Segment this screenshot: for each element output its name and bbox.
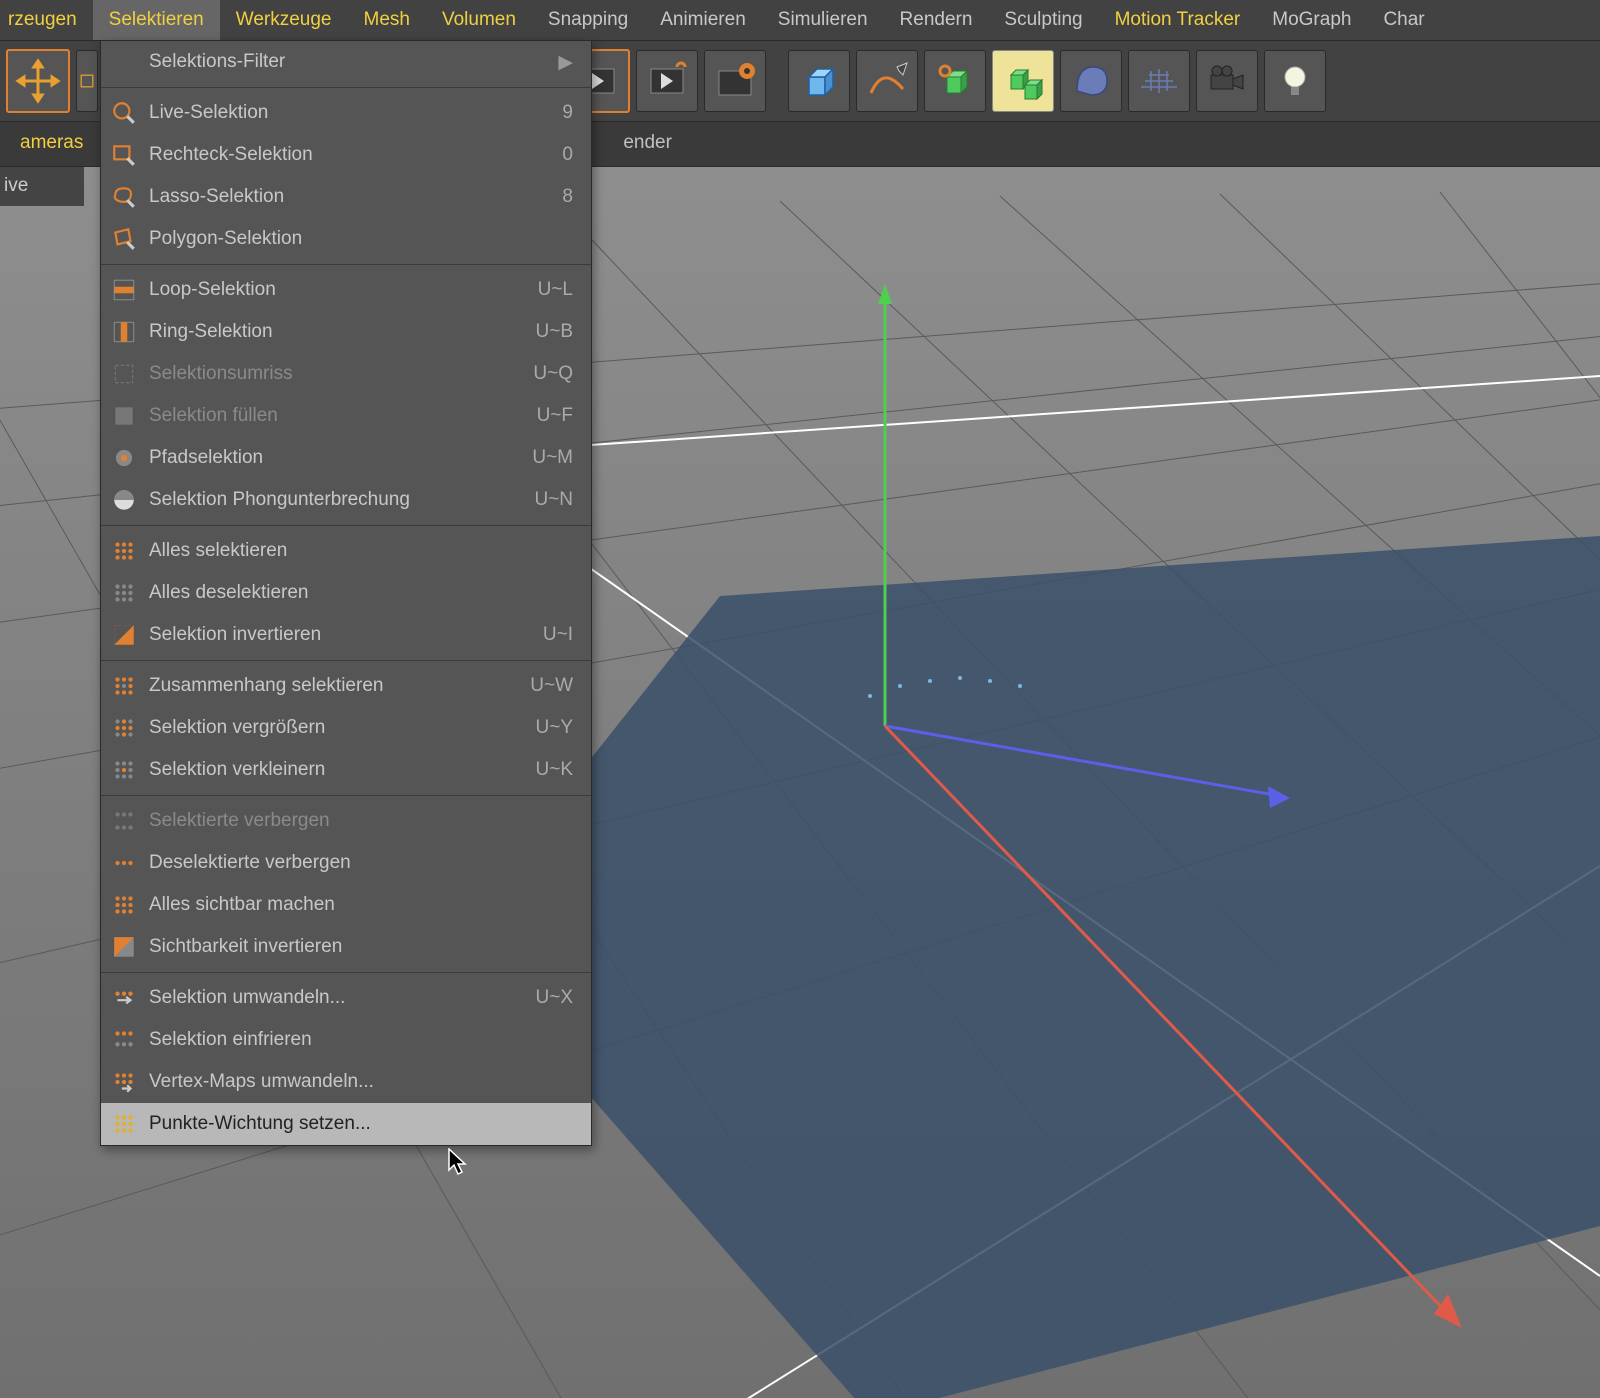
modeling-generator-button[interactable] xyxy=(992,50,1054,112)
generator-button[interactable] xyxy=(924,50,986,112)
selektieren-dropdown: Selektions-Filter ▶ Live-Selektion 9 Rec… xyxy=(100,40,592,1146)
scale-tool-button[interactable] xyxy=(76,50,98,112)
menuitem-punkte-wichtung[interactable]: Punkte-Wichtung setzen... xyxy=(101,1103,591,1145)
menu-selektieren[interactable]: Selektieren xyxy=(93,0,220,40)
invert-selection-icon xyxy=(109,620,139,650)
menuitem-live-selektion[interactable]: Live-Selektion 9 xyxy=(101,92,591,134)
menuitem-rechteck-selektion[interactable]: Rechteck-Selektion 0 xyxy=(101,134,591,176)
menu-snapping[interactable]: Snapping xyxy=(532,0,644,40)
menu-volumen[interactable]: Volumen xyxy=(426,0,532,40)
invert-visibility-icon xyxy=(109,932,139,962)
menu-character[interactable]: Char xyxy=(1367,0,1440,40)
hide-deselected-icon xyxy=(109,848,139,878)
menu-sculpting[interactable]: Sculpting xyxy=(988,0,1098,40)
menuitem-lasso-selektion[interactable]: Lasso-Selektion 8 xyxy=(101,176,591,218)
deformer-button[interactable] xyxy=(1060,50,1122,112)
spline-pen-button[interactable] xyxy=(856,50,918,112)
camera-button[interactable] xyxy=(1196,50,1258,112)
menu-simulieren[interactable]: Simulieren xyxy=(762,0,884,40)
menuitem-selektierte-verbergen[interactable]: Selektierte verbergen xyxy=(101,800,591,842)
light-button[interactable] xyxy=(1264,50,1326,112)
menu-werkzeuge[interactable]: Werkzeuge xyxy=(220,0,348,40)
render-settings-button[interactable] xyxy=(704,50,766,112)
menuitem-alles-sichtbar[interactable]: Alles sichtbar machen xyxy=(101,884,591,926)
tab-cameras[interactable]: ameras xyxy=(0,120,103,166)
menuitem-alles-selektieren[interactable]: Alles selektieren xyxy=(101,530,591,572)
grow-selection-icon xyxy=(109,713,139,743)
primitive-cube-button[interactable] xyxy=(788,50,850,112)
menuitem-phong-break[interactable]: Selektion Phongunterbrechung U~N xyxy=(101,479,591,521)
menubar: rzeugen Selektieren Werkzeuge Mesh Volum… xyxy=(0,0,1600,40)
render-pv-button[interactable] xyxy=(636,50,698,112)
menuitem-selektion-invertieren[interactable]: Selektion invertieren U~I xyxy=(101,614,591,656)
loop-selection-icon xyxy=(109,275,139,305)
menu-motion-tracker[interactable]: Motion Tracker xyxy=(1099,0,1257,40)
unhide-all-icon xyxy=(109,890,139,920)
menuitem-selektion-umwandeln[interactable]: Selektion umwandeln... U~X xyxy=(101,977,591,1019)
polygon-selection-icon xyxy=(109,224,139,254)
menu-animieren[interactable]: Animieren xyxy=(644,0,762,40)
connected-icon xyxy=(109,671,139,701)
menu-mesh[interactable]: Mesh xyxy=(348,0,426,40)
menuitem-vertexmaps-umwandeln[interactable]: Vertex-Maps umwandeln... xyxy=(101,1061,591,1103)
plane-points xyxy=(450,536,1600,1398)
sidestrip-label: ive xyxy=(4,175,28,197)
outline-selection-icon xyxy=(109,359,139,389)
menuitem-alles-deselektieren[interactable]: Alles deselektieren xyxy=(101,572,591,614)
menuitem-sichtbarkeit-invertieren[interactable]: Sichtbarkeit invertieren xyxy=(101,926,591,968)
menu-mograph[interactable]: MoGraph xyxy=(1256,0,1367,40)
phong-break-icon xyxy=(109,485,139,515)
live-selection-icon xyxy=(109,98,139,128)
menuitem-polygon-selektion[interactable]: Polygon-Selektion xyxy=(101,218,591,260)
menuitem-selektionsumriss[interactable]: Selektionsumriss U~Q xyxy=(101,353,591,395)
menuitem-verkleinern[interactable]: Selektion verkleinern U~K xyxy=(101,749,591,791)
hide-selected-icon xyxy=(109,806,139,836)
menuitem-selektion-fuellen[interactable]: Selektion füllen U~F xyxy=(101,395,591,437)
select-all-icon xyxy=(109,536,139,566)
submenu-arrow-icon: ▶ xyxy=(558,51,573,74)
menu-rendern[interactable]: Rendern xyxy=(884,0,989,40)
menuitem-selektions-filter[interactable]: Selektions-Filter ▶ xyxy=(101,41,591,83)
path-selection-icon xyxy=(109,443,139,473)
menuitem-pfadselektion[interactable]: Pfadselektion U~M xyxy=(101,437,591,479)
environment-button[interactable] xyxy=(1128,50,1190,112)
rectangle-selection-icon xyxy=(109,140,139,170)
menuitem-zusammenhang[interactable]: Zusammenhang selektieren U~W xyxy=(101,665,591,707)
lasso-selection-icon xyxy=(109,182,139,212)
blank-icon xyxy=(109,47,139,77)
point-weight-icon xyxy=(109,1109,139,1139)
convert-selection-icon xyxy=(109,983,139,1013)
tab-render[interactable]: ender xyxy=(603,120,692,166)
menuitem-ring-selektion[interactable]: Ring-Selektion U~B xyxy=(101,311,591,353)
vertexmap-convert-icon xyxy=(109,1067,139,1097)
side-strip: ive xyxy=(0,166,84,206)
fill-selection-icon xyxy=(109,401,139,431)
menu-erzeugen[interactable]: rzeugen xyxy=(4,0,93,40)
menuitem-deselektierte-verbergen[interactable]: Deselektierte verbergen xyxy=(101,842,591,884)
menuitem-loop-selektion[interactable]: Loop-Selektion U~L xyxy=(101,269,591,311)
ring-selection-icon xyxy=(109,317,139,347)
deselect-all-icon xyxy=(109,578,139,608)
shrink-selection-icon xyxy=(109,755,139,785)
move-tool-button[interactable] xyxy=(6,49,70,113)
menuitem-selektion-einfrieren[interactable]: Selektion einfrieren xyxy=(101,1019,591,1061)
freeze-selection-icon xyxy=(109,1025,139,1055)
menuitem-vergroessern[interactable]: Selektion vergrößern U~Y xyxy=(101,707,591,749)
